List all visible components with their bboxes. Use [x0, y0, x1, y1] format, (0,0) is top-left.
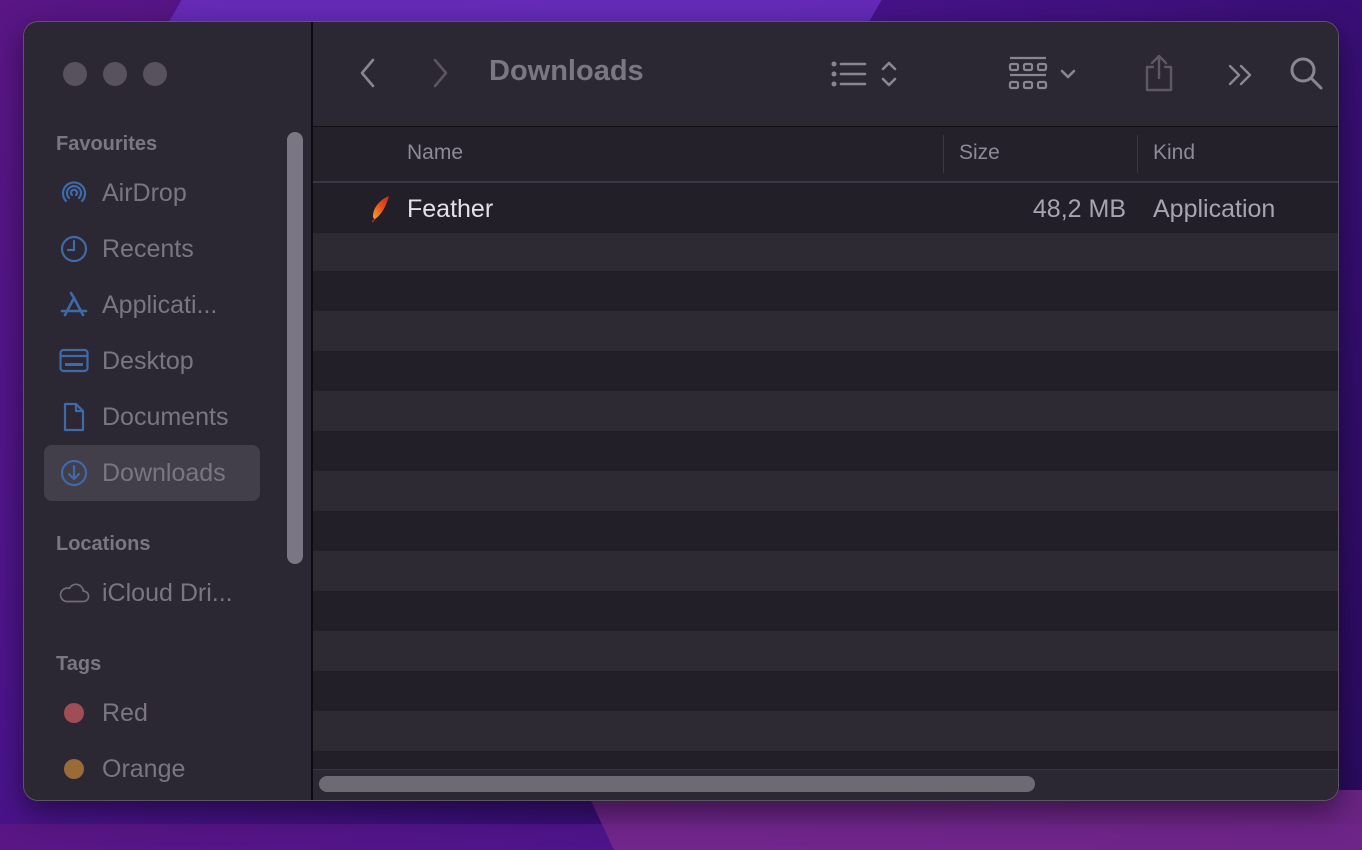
applications-icon	[58, 289, 90, 321]
list-row	[313, 631, 1338, 671]
sidebar-scrollbar[interactable]	[287, 132, 303, 564]
column-divider[interactable]	[943, 135, 944, 173]
file-list	[313, 183, 1338, 771]
sidebar-item-documents[interactable]: Documents	[44, 389, 260, 445]
sidebar-item-label: AirDrop	[102, 178, 187, 207]
cloud-icon	[58, 577, 90, 609]
desktop-icon	[58, 345, 90, 377]
airdrop-icon	[58, 177, 90, 209]
chevron-right-icon	[433, 58, 448, 88]
search-button[interactable]	[1287, 54, 1327, 94]
list-row	[313, 351, 1338, 391]
list-row	[313, 711, 1338, 751]
sidebar-item-label: iCloud Dri...	[102, 578, 233, 607]
sidebar-item-label: Applicati...	[102, 290, 218, 319]
sidebar-item-label: Downloads	[102, 458, 226, 487]
list-row	[313, 271, 1338, 311]
list-row	[313, 751, 1338, 771]
sidebar-item-applications[interactable]: Applicati...	[44, 277, 260, 333]
double-chevron-right-icon	[1228, 64, 1252, 86]
sidebar-item-icloud-drive[interactable]: iCloud Dri...	[44, 565, 260, 621]
grid-group-icon	[1008, 56, 1048, 90]
sidebar-item-tag-red[interactable]: Red	[44, 685, 260, 741]
zoom-window-button[interactable]	[143, 62, 167, 86]
sidebar-item-airdrop[interactable]: AirDrop	[44, 165, 260, 221]
list-row	[313, 311, 1338, 351]
finder-window: Favourites AirDrop Recents Applicati... …	[24, 22, 1338, 800]
list-row	[313, 511, 1338, 551]
column-header-size[interactable]: Size	[959, 141, 1000, 165]
column-divider[interactable]	[1137, 135, 1138, 173]
clock-icon	[58, 233, 90, 265]
sidebar-item-label: Desktop	[102, 346, 194, 375]
sidebar-item-label: Red	[102, 698, 148, 727]
section-title-favourites: Favourites	[56, 133, 158, 155]
minimize-window-button[interactable]	[103, 62, 127, 86]
download-icon	[58, 457, 90, 489]
list-row	[313, 231, 1338, 271]
list-row	[313, 591, 1338, 631]
feather-app-icon	[369, 195, 391, 223]
main-content: Downloads Name Size Kind Feather 48,2 MB…	[313, 22, 1338, 800]
list-row	[313, 391, 1338, 431]
chevron-left-icon	[360, 58, 375, 88]
list-row	[313, 671, 1338, 711]
sidebar-item-label: Orange	[102, 754, 186, 783]
sidebar-item-desktop[interactable]: Desktop	[44, 333, 260, 389]
sidebar-item-recents[interactable]: Recents	[44, 221, 260, 277]
section-title-tags: Tags	[56, 653, 102, 675]
toolbar: Downloads	[313, 22, 1338, 127]
document-icon	[58, 401, 90, 433]
sidebar-item-tag-orange[interactable]: Orange	[44, 741, 260, 797]
file-size: 48,2 MB	[1032, 195, 1126, 223]
orange-tag-icon	[64, 759, 84, 779]
horizontal-scrollbar-track	[313, 769, 1338, 800]
sidebar: Favourites AirDrop Recents Applicati... …	[24, 22, 313, 800]
share-button[interactable]	[1139, 52, 1179, 94]
back-button[interactable]	[353, 55, 383, 91]
file-name: Feather	[407, 195, 494, 223]
sidebar-item-downloads[interactable]: Downloads	[44, 445, 260, 501]
forward-button[interactable]	[425, 55, 455, 91]
list-view-icon	[831, 61, 867, 87]
list-row	[313, 431, 1338, 471]
column-header: Name Size Kind	[313, 127, 1338, 183]
more-toolbar-items-button[interactable]	[1223, 60, 1259, 90]
share-icon	[1145, 54, 1173, 92]
column-header-name[interactable]: Name	[407, 141, 463, 165]
sidebar-item-label: Recents	[102, 234, 194, 263]
section-title-locations: Locations	[56, 533, 151, 555]
column-header-kind[interactable]: Kind	[1153, 141, 1195, 165]
file-row-feather[interactable]: Feather 48,2 MB Application	[313, 183, 1338, 233]
red-tag-icon	[64, 703, 84, 723]
horizontal-scrollbar[interactable]	[319, 776, 1035, 792]
up-down-chevron-icon	[881, 61, 897, 87]
window-title: Downloads	[489, 55, 644, 87]
close-window-button[interactable]	[63, 62, 87, 86]
group-button[interactable]	[1003, 54, 1083, 94]
search-icon	[1290, 57, 1323, 90]
sidebar-item-label: Documents	[102, 402, 229, 431]
list-row	[313, 471, 1338, 511]
list-row	[313, 551, 1338, 591]
file-kind: Application	[1153, 195, 1276, 223]
view-options-button[interactable]	[825, 56, 905, 92]
chevron-down-icon	[1060, 69, 1076, 79]
